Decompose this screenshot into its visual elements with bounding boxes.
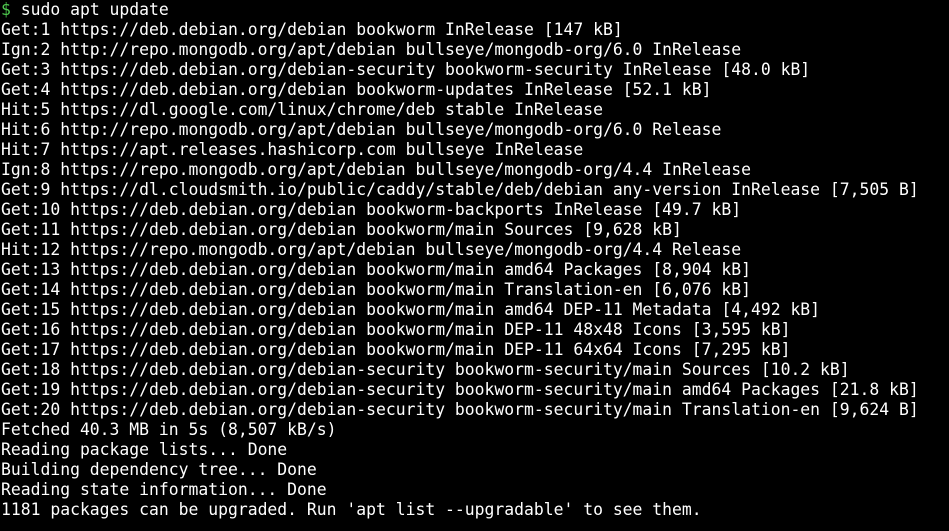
output-line: Get:10 https://deb.debian.org/debian boo… bbox=[1, 200, 742, 219]
output-line: 1181 packages can be upgraded. Run 'apt … bbox=[1, 500, 702, 519]
output-line: Get:11 https://deb.debian.org/debian boo… bbox=[1, 220, 682, 239]
output-line: Building dependency tree... Done bbox=[1, 460, 317, 479]
output-line: Get:4 https://deb.debian.org/debian book… bbox=[1, 80, 712, 99]
output-line: Reading state information... Done bbox=[1, 480, 327, 499]
output-line: Get:14 https://deb.debian.org/debian boo… bbox=[1, 280, 751, 299]
output-line: Ign:2 http://repo.mongodb.org/apt/debian… bbox=[1, 40, 742, 59]
output-line: Get:16 https://deb.debian.org/debian boo… bbox=[1, 320, 791, 339]
output-line: Get:20 https://deb.debian.org/debian-sec… bbox=[1, 400, 919, 419]
command-line: $ sudo apt update bbox=[1, 0, 949, 20]
output-line: Get:19 https://deb.debian.org/debian-sec… bbox=[1, 380, 919, 399]
output-line: Hit:12 https://repo.mongodb.org/apt/debi… bbox=[1, 240, 742, 259]
output-line: Hit:7 https://apt.releases.hashicorp.com… bbox=[1, 140, 584, 159]
terminal-window[interactable]: $ sudo apt update Get:1 https://deb.debi… bbox=[0, 0, 949, 531]
output-line: Get:15 https://deb.debian.org/debian boo… bbox=[1, 300, 821, 319]
prompt-symbol: $ bbox=[1, 0, 11, 19]
command-text: sudo apt update bbox=[10, 0, 169, 19]
output-line: Fetched 40.3 MB in 5s (8,507 kB/s) bbox=[1, 420, 337, 439]
output-line: Get:9 https://dl.cloudsmith.io/public/ca… bbox=[1, 180, 919, 199]
output-line: Get:13 https://deb.debian.org/debian boo… bbox=[1, 260, 751, 279]
output-line: Hit:6 http://repo.mongodb.org/apt/debian… bbox=[1, 120, 722, 139]
output-line: Hit:5 https://dl.google.com/linux/chrome… bbox=[1, 100, 603, 119]
output-line: Reading package lists... Done bbox=[1, 440, 288, 459]
output-line: Get:18 https://deb.debian.org/debian-sec… bbox=[1, 360, 850, 379]
output-line: Ign:8 https://repo.mongodb.org/apt/debia… bbox=[1, 160, 751, 179]
output-line: Get:1 https://deb.debian.org/debian book… bbox=[1, 20, 623, 39]
output-line: Get:17 https://deb.debian.org/debian boo… bbox=[1, 340, 791, 359]
output-line: Get:3 https://deb.debian.org/debian-secu… bbox=[1, 60, 811, 79]
